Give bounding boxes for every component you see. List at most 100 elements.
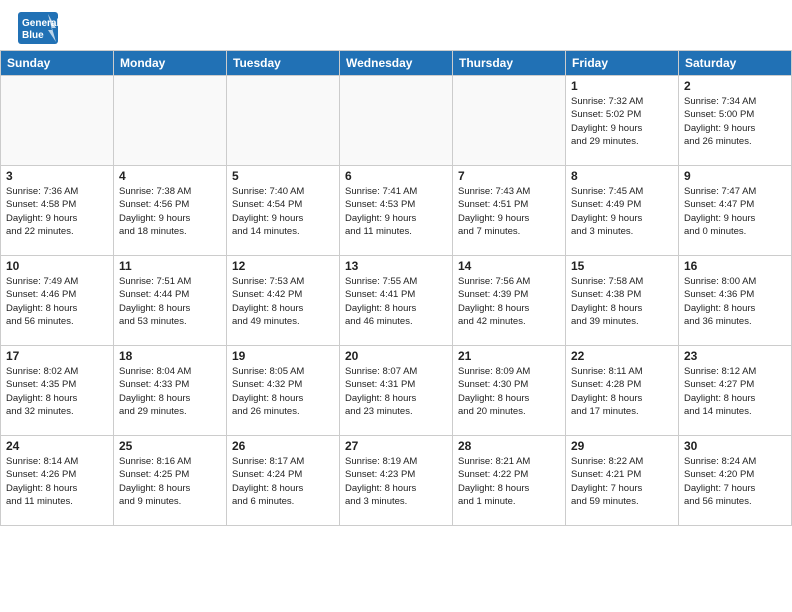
day-number: 17 <box>6 349 108 363</box>
day-info: Sunrise: 8:19 AMSunset: 4:23 PMDaylight:… <box>345 455 447 508</box>
day-info: Sunrise: 7:53 AMSunset: 4:42 PMDaylight:… <box>232 275 334 328</box>
calendar-cell: 14 Sunrise: 7:56 AMSunset: 4:39 PMDayligh… <box>453 256 566 346</box>
day-info: Sunrise: 8:07 AMSunset: 4:31 PMDaylight:… <box>345 365 447 418</box>
day-info: Sunrise: 7:32 AMSunset: 5:02 PMDaylight:… <box>571 95 673 148</box>
calendar-cell: 17 Sunrise: 8:02 AMSunset: 4:35 PMDayligh… <box>1 346 114 436</box>
calendar-cell: 10 Sunrise: 7:49 AMSunset: 4:46 PMDayligh… <box>1 256 114 346</box>
day-number: 12 <box>232 259 334 273</box>
day-info: Sunrise: 7:38 AMSunset: 4:56 PMDaylight:… <box>119 185 221 238</box>
day-number: 7 <box>458 169 560 183</box>
calendar-cell: 28 Sunrise: 8:21 AMSunset: 4:22 PMDayligh… <box>453 436 566 526</box>
day-info: Sunrise: 8:04 AMSunset: 4:33 PMDaylight:… <box>119 365 221 418</box>
weekday-header-row: SundayMondayTuesdayWednesdayThursdayFrid… <box>1 51 792 76</box>
day-number: 18 <box>119 349 221 363</box>
day-info: Sunrise: 8:16 AMSunset: 4:25 PMDaylight:… <box>119 455 221 508</box>
calendar-cell <box>453 76 566 166</box>
day-info: Sunrise: 7:47 AMSunset: 4:47 PMDaylight:… <box>684 185 786 238</box>
calendar-cell: 21 Sunrise: 8:09 AMSunset: 4:30 PMDayligh… <box>453 346 566 436</box>
calendar-cell: 16 Sunrise: 8:00 AMSunset: 4:36 PMDayligh… <box>679 256 792 346</box>
day-info: Sunrise: 7:45 AMSunset: 4:49 PMDaylight:… <box>571 185 673 238</box>
day-number: 6 <box>345 169 447 183</box>
day-number: 30 <box>684 439 786 453</box>
logo: General Blue <box>18 12 60 44</box>
day-info: Sunrise: 8:17 AMSunset: 4:24 PMDaylight:… <box>232 455 334 508</box>
day-number: 11 <box>119 259 221 273</box>
day-info: Sunrise: 8:05 AMSunset: 4:32 PMDaylight:… <box>232 365 334 418</box>
day-info: Sunrise: 7:34 AMSunset: 5:00 PMDaylight:… <box>684 95 786 148</box>
day-number: 4 <box>119 169 221 183</box>
calendar-cell: 18 Sunrise: 8:04 AMSunset: 4:33 PMDayligh… <box>114 346 227 436</box>
weekday-header-wednesday: Wednesday <box>340 51 453 76</box>
day-number: 5 <box>232 169 334 183</box>
calendar-cell: 8 Sunrise: 7:45 AMSunset: 4:49 PMDaylight… <box>566 166 679 256</box>
calendar-cell: 3Sunrise: 7:36 AMSunset: 4:58 PMDaylight… <box>1 166 114 256</box>
calendar-cell: 24 Sunrise: 8:14 AMSunset: 4:26 PMDayligh… <box>1 436 114 526</box>
calendar-body: 1 Sunrise: 7:32 AMSunset: 5:02 PMDaylight… <box>1 76 792 526</box>
day-number: 19 <box>232 349 334 363</box>
calendar-week-4: 17 Sunrise: 8:02 AMSunset: 4:35 PMDayligh… <box>1 346 792 436</box>
calendar-cell: 11Sunrise: 7:51 AMSunset: 4:44 PMDayligh… <box>114 256 227 346</box>
day-info: Sunrise: 8:00 AMSunset: 4:36 PMDaylight:… <box>684 275 786 328</box>
logo-icon: General Blue <box>18 12 58 44</box>
calendar-cell: 12 Sunrise: 7:53 AMSunset: 4:42 PMDayligh… <box>227 256 340 346</box>
weekday-header-saturday: Saturday <box>679 51 792 76</box>
day-info: Sunrise: 7:55 AMSunset: 4:41 PMDaylight:… <box>345 275 447 328</box>
calendar-cell: 6 Sunrise: 7:41 AMSunset: 4:53 PMDaylight… <box>340 166 453 256</box>
calendar-cell <box>227 76 340 166</box>
weekday-header-tuesday: Tuesday <box>227 51 340 76</box>
calendar-cell: 22 Sunrise: 8:11 AMSunset: 4:28 PMDayligh… <box>566 346 679 436</box>
day-number: 27 <box>345 439 447 453</box>
weekday-header-thursday: Thursday <box>453 51 566 76</box>
calendar-cell: 5 Sunrise: 7:40 AMSunset: 4:54 PMDaylight… <box>227 166 340 256</box>
day-info: Sunrise: 8:24 AMSunset: 4:20 PMDaylight:… <box>684 455 786 508</box>
day-info: Sunrise: 7:49 AMSunset: 4:46 PMDaylight:… <box>6 275 108 328</box>
calendar-cell: 27 Sunrise: 8:19 AMSunset: 4:23 PMDayligh… <box>340 436 453 526</box>
calendar-week-2: 3Sunrise: 7:36 AMSunset: 4:58 PMDaylight… <box>1 166 792 256</box>
weekday-header-sunday: Sunday <box>1 51 114 76</box>
page-header: General Blue <box>0 0 792 50</box>
day-number: 24 <box>6 439 108 453</box>
day-number: 14 <box>458 259 560 273</box>
day-info: Sunrise: 7:56 AMSunset: 4:39 PMDaylight:… <box>458 275 560 328</box>
calendar-cell: 15 Sunrise: 7:58 AMSunset: 4:38 PMDayligh… <box>566 256 679 346</box>
calendar-cell: 25Sunrise: 8:16 AMSunset: 4:25 PMDayligh… <box>114 436 227 526</box>
day-number: 22 <box>571 349 673 363</box>
day-info: Sunrise: 8:11 AMSunset: 4:28 PMDaylight:… <box>571 365 673 418</box>
day-info: Sunrise: 8:14 AMSunset: 4:26 PMDaylight:… <box>6 455 108 508</box>
calendar-cell: 23Sunrise: 8:12 AMSunset: 4:27 PMDayligh… <box>679 346 792 436</box>
day-number: 2 <box>684 79 786 93</box>
day-number: 16 <box>684 259 786 273</box>
day-info: Sunrise: 7:36 AMSunset: 4:58 PMDaylight:… <box>6 185 108 238</box>
day-number: 26 <box>232 439 334 453</box>
day-number: 28 <box>458 439 560 453</box>
calendar-table: SundayMondayTuesdayWednesdayThursdayFrid… <box>0 50 792 526</box>
day-info: Sunrise: 8:09 AMSunset: 4:30 PMDaylight:… <box>458 365 560 418</box>
calendar-cell: 7 Sunrise: 7:43 AMSunset: 4:51 PMDaylight… <box>453 166 566 256</box>
calendar-cell: 13 Sunrise: 7:55 AMSunset: 4:41 PMDayligh… <box>340 256 453 346</box>
day-info: Sunrise: 7:40 AMSunset: 4:54 PMDaylight:… <box>232 185 334 238</box>
calendar-cell <box>114 76 227 166</box>
calendar-cell: 30 Sunrise: 8:24 AMSunset: 4:20 PMDayligh… <box>679 436 792 526</box>
day-info: Sunrise: 8:02 AMSunset: 4:35 PMDaylight:… <box>6 365 108 418</box>
day-number: 10 <box>6 259 108 273</box>
day-number: 8 <box>571 169 673 183</box>
day-info: Sunrise: 7:43 AMSunset: 4:51 PMDaylight:… <box>458 185 560 238</box>
day-number: 20 <box>345 349 447 363</box>
day-number: 15 <box>571 259 673 273</box>
calendar-cell: 20 Sunrise: 8:07 AMSunset: 4:31 PMDayligh… <box>340 346 453 436</box>
calendar-cell: 29Sunrise: 8:22 AMSunset: 4:21 PMDayligh… <box>566 436 679 526</box>
svg-text:Blue: Blue <box>22 30 44 41</box>
calendar-cell: 4 Sunrise: 7:38 AMSunset: 4:56 PMDaylight… <box>114 166 227 256</box>
day-number: 21 <box>458 349 560 363</box>
day-number: 13 <box>345 259 447 273</box>
day-info: Sunrise: 8:12 AMSunset: 4:27 PMDaylight:… <box>684 365 786 418</box>
day-number: 1 <box>571 79 673 93</box>
day-number: 29 <box>571 439 673 453</box>
day-info: Sunrise: 8:21 AMSunset: 4:22 PMDaylight:… <box>458 455 560 508</box>
calendar-cell: 19 Sunrise: 8:05 AMSunset: 4:32 PMDayligh… <box>227 346 340 436</box>
day-info: Sunrise: 7:41 AMSunset: 4:53 PMDaylight:… <box>345 185 447 238</box>
day-number: 9 <box>684 169 786 183</box>
weekday-header-friday: Friday <box>566 51 679 76</box>
weekday-header-monday: Monday <box>114 51 227 76</box>
day-info: Sunrise: 7:58 AMSunset: 4:38 PMDaylight:… <box>571 275 673 328</box>
